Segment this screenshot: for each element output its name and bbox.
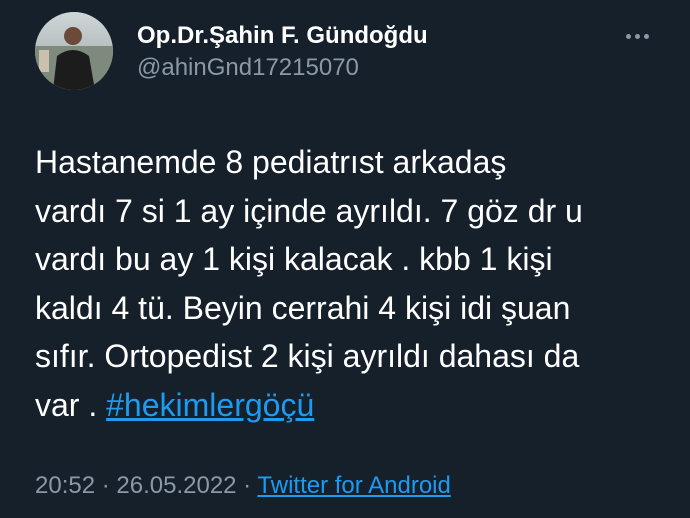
dot	[643, 33, 649, 39]
source-link[interactable]: Twitter for Android	[257, 472, 450, 499]
dot	[634, 33, 640, 39]
hashtag-link[interactable]: #hekimlergöçü	[106, 387, 314, 423]
tweet-text: Hastanemde 8 pediatrıst arkadaş vardı 7 …	[35, 138, 675, 430]
separator: ·	[95, 472, 117, 499]
tweet-date[interactable]: 26.05.2022	[116, 472, 236, 499]
tweet-meta: 20:52 · 26.05.2022 · Twitter for Android	[35, 472, 451, 500]
more-options-icon[interactable]	[619, 26, 655, 46]
profile-photo	[35, 12, 113, 90]
tweet-time[interactable]: 20:52	[35, 472, 95, 499]
avatar[interactable]	[35, 12, 113, 90]
dot	[625, 33, 631, 39]
separator: ·	[236, 472, 258, 499]
author-handle[interactable]: @ahinGnd17215070	[137, 54, 359, 82]
tweet-body: Hastanemde 8 pediatrıst arkadaş vardı 7 …	[35, 144, 583, 423]
author-name[interactable]: Op.Dr.Şahin F. Gündoğdu	[137, 22, 428, 50]
